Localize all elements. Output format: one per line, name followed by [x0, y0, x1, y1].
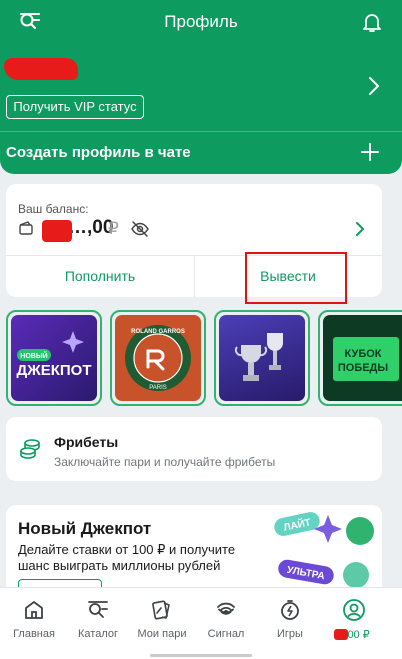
signal-icon: [217, 602, 235, 615]
jackpot-title: Новый Джекпот: [18, 519, 152, 538]
username-redacted[interactable]: ████: [4, 58, 78, 80]
nav-profile[interactable]: 0,00 ₽: [322, 588, 386, 648]
balance-currency: ₽: [108, 219, 119, 238]
freebets-title: Фрибеты: [54, 434, 119, 450]
coins-icon: [20, 439, 40, 459]
jackpot-description: Делайте ставки от 100 ₽ и получите шанс …: [18, 542, 236, 573]
promo-roland-garros[interactable]: ROLAND GARROS PARIS: [110, 310, 206, 406]
games-icon: [281, 600, 299, 620]
nav-label: Сигнал: [207, 628, 245, 640]
balance-label: Ваш баланс:: [18, 202, 89, 216]
promo-carousel[interactable]: НОВЫЙ ДЖЕКПОТ ROLAND GARROS PARIS КУБОК …: [6, 310, 402, 406]
nav-label: Мои пари: [137, 628, 187, 640]
nav-label: Каталог: [78, 628, 118, 640]
header-divider: [0, 131, 402, 132]
topup-button[interactable]: Пополнить: [6, 256, 194, 297]
trophy-icon: [234, 333, 283, 381]
jackpot-promo-art: НОВЫЙ ДЖЕКПОТ: [16, 331, 92, 379]
bell-icon[interactable]: [360, 10, 384, 34]
withdraw-button[interactable]: Вывести: [194, 256, 382, 297]
nav-balance-redaction: [334, 629, 348, 640]
promo-cups[interactable]: [214, 310, 310, 406]
svg-text:КУБОК: КУБОК: [344, 348, 381, 360]
svg-text:ДЖЕКПОТ: ДЖЕКПОТ: [16, 362, 91, 379]
page-title: Профиль: [164, 12, 238, 31]
profile-header: Профиль ████ Получить VIP статус Создать…: [0, 0, 402, 174]
freebets-subtitle: Заключайте пари и получайте фрибеты: [54, 455, 276, 469]
balance-redaction: [42, 220, 72, 242]
my-bets-icon: [152, 600, 170, 620]
wallet-icon: [19, 221, 33, 235]
profile-icon: [343, 599, 365, 621]
get-vip-button[interactable]: Получить VIP статус: [6, 95, 144, 119]
svg-text:PARIS: PARIS: [149, 385, 167, 391]
chevron-right-icon[interactable]: [368, 76, 380, 96]
bottom-nav: Главная Каталог Мои пари Сигнал Игры 0,0…: [0, 587, 402, 659]
catalog-icon: [88, 601, 108, 618]
nav-catalog[interactable]: Каталог: [66, 588, 130, 648]
kubok-pobedy-art: КУБОК ПОБЕДЫ: [333, 337, 399, 381]
nav-label: Главная: [13, 628, 55, 640]
nav-games[interactable]: Игры: [258, 588, 322, 648]
nav-my-bets[interactable]: Мои пари: [130, 588, 194, 648]
plus-icon[interactable]: [360, 142, 380, 162]
nav-label-balance: 0,00 ₽: [338, 629, 370, 641]
svg-text:ПОБЕДЫ: ПОБЕДЫ: [338, 362, 389, 374]
balance-card: Ваш баланс: …,00 ₽ Пополнить Вывести: [6, 184, 382, 297]
nav-label: Игры: [277, 628, 303, 640]
jackpot-art: ЛАЙТ УЛЬТРА: [274, 512, 374, 588]
svg-text:ROLAND GARROS: ROLAND GARROS: [131, 329, 185, 335]
roland-garros-logo: ROLAND GARROS PARIS: [125, 325, 191, 391]
nav-home[interactable]: Главная: [2, 588, 66, 648]
svg-text:НОВЫЙ: НОВЫЙ: [20, 351, 47, 360]
chevron-right-icon[interactable]: [356, 222, 364, 236]
home-indicator: [150, 654, 252, 657]
eye-off-icon[interactable]: [130, 220, 150, 238]
promo-new-jackpot[interactable]: НОВЫЙ ДЖЕКПОТ: [6, 310, 102, 406]
nav-signal[interactable]: Сигнал: [194, 588, 258, 648]
freebets-card[interactable]: Фрибеты Заключайте пари и получайте фриб…: [6, 417, 382, 481]
promo-kubok-pobedy[interactable]: КУБОК ПОБЕДЫ: [318, 310, 402, 406]
home-icon: [25, 601, 43, 619]
jackpot-card[interactable]: Новый Джекпот Делайте ставки от 100 ₽ и …: [6, 505, 382, 593]
create-chat-profile-link[interactable]: Создать профиль в чате: [6, 144, 191, 161]
